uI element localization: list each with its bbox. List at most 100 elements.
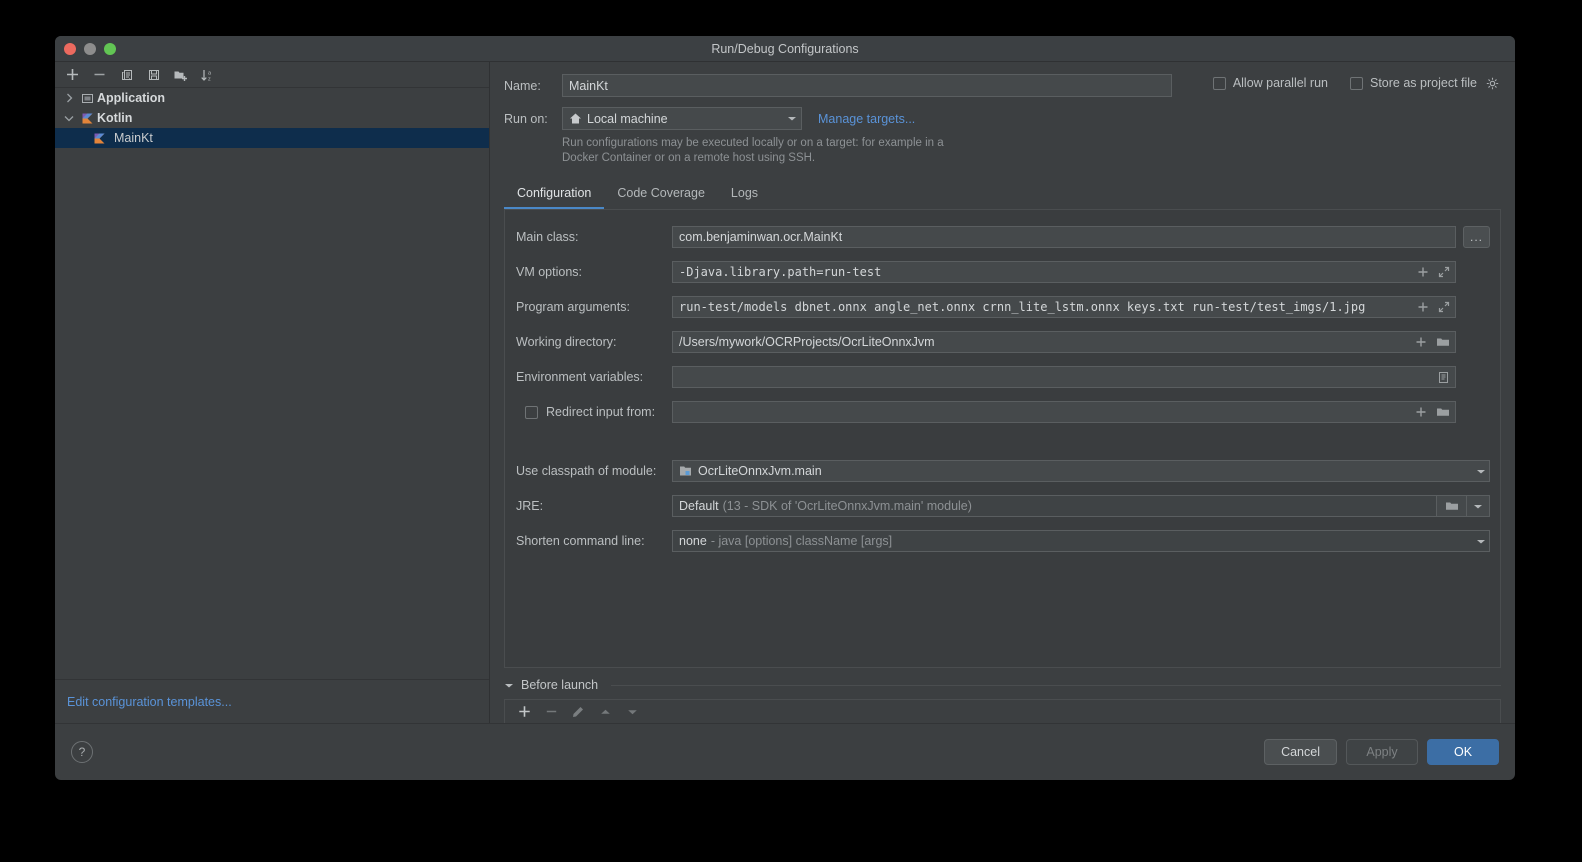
allow-parallel-run-option[interactable]: Allow parallel run (1212, 76, 1328, 90)
shorten-command-line-detail: - java [options] className [args] (710, 534, 893, 548)
add-task-button[interactable] (512, 702, 536, 722)
before-launch-toolbar (504, 699, 1501, 723)
configurations-pane: az Application Kotlin MainKt Edit config… (55, 62, 490, 723)
ok-button[interactable]: OK (1427, 739, 1499, 765)
working-directory-input[interactable]: /Users/mywork/OCRProjects/OcrLiteOnnxJvm (672, 331, 1456, 353)
configuration-editor-pane: Allow parallel run Store as project file… (490, 62, 1515, 723)
triangle-down-icon[interactable] (504, 682, 514, 689)
jre-value-detail: (13 - SDK of 'OcrLiteOnnxJvm.main' modul… (722, 499, 972, 513)
browse-folder-icon (1445, 500, 1459, 512)
edit-env-vars-icon[interactable] (1437, 371, 1450, 384)
add-configuration-button[interactable] (60, 64, 85, 86)
chevron-down-icon[interactable] (1470, 468, 1486, 475)
run-on-hint: Run configurations may be executed local… (562, 137, 944, 164)
use-classpath-of-module-value: OcrLiteOnnxJvm.main (698, 464, 822, 478)
gear-icon[interactable] (1486, 77, 1499, 90)
zoom-window-button[interactable] (104, 43, 116, 55)
vm-options-input[interactable]: -Djava.library.path=run-test (672, 261, 1456, 283)
name-label: Name: (504, 78, 541, 93)
tree-node-mainkt[interactable]: MainKt (55, 128, 489, 148)
run-on-select[interactable]: Local machine (562, 107, 802, 130)
dialog-buttons: Cancel Apply OK (1264, 739, 1499, 765)
apply-button[interactable]: Apply (1346, 739, 1418, 765)
jre-label: JRE: (516, 499, 544, 513)
tab-logs[interactable]: Logs (718, 180, 771, 209)
kotlin-icon (89, 132, 109, 145)
jre-select[interactable]: Default (13 - SDK of 'OcrLiteOnnxJvm.mai… (672, 495, 1436, 517)
jre-row: JRE: Default (13 - SDK of 'OcrLiteOnnxJv… (505, 495, 1500, 517)
jre-browse-button[interactable] (1436, 495, 1466, 517)
before-launch-title: Before launch (521, 678, 599, 692)
insert-macro-icon[interactable] (1417, 266, 1429, 278)
dialog-footer: ? Cancel Apply OK (55, 723, 1515, 780)
main-class-row: Main class: com.benjaminwan.ocr.MainKt .… (505, 226, 1500, 248)
allow-parallel-run-checkbox[interactable] (1212, 76, 1226, 90)
shorten-command-line-label: Shorten command line: (516, 534, 645, 548)
allow-parallel-run-label: Allow parallel run (1232, 76, 1328, 90)
program-arguments-row: Program arguments: run-test/models dbnet… (505, 296, 1500, 318)
chevron-down-icon[interactable] (787, 115, 797, 122)
environment-variables-label: Environment variables: (516, 370, 644, 384)
program-arguments-input[interactable]: run-test/models dbnet.onnx angle_net.onn… (672, 296, 1456, 318)
help-button[interactable]: ? (71, 741, 93, 763)
browse-folder-icon[interactable] (1436, 406, 1450, 418)
cancel-button[interactable]: Cancel (1264, 739, 1337, 765)
kotlin-icon (77, 112, 97, 125)
insert-macro-icon[interactable] (1415, 406, 1427, 418)
close-window-button[interactable] (64, 43, 76, 55)
vm-options-row: VM options: -Djava.library.path=run-test (505, 261, 1500, 283)
configurations-tree[interactable]: Application Kotlin MainKt (55, 88, 489, 679)
tree-node-application[interactable]: Application (55, 88, 489, 108)
run-on-value: Local machine (587, 111, 668, 126)
chevron-down-icon[interactable] (61, 115, 77, 122)
store-as-project-file-option[interactable]: Store as project file (1350, 76, 1499, 90)
use-classpath-of-module-row: Use classpath of module: OcrLiteOnnxJvm.… (505, 460, 1500, 482)
use-classpath-of-module-label: Use classpath of module: (516, 464, 657, 478)
store-as-project-file-checkbox[interactable] (1350, 76, 1363, 90)
tree-node-kotlin[interactable]: Kotlin (55, 108, 489, 128)
redirect-input-from-row: Redirect input from: (505, 401, 1500, 423)
before-launch-header[interactable]: Before launch (504, 678, 1501, 692)
chevron-down-icon[interactable] (1470, 538, 1486, 545)
expand-editor-icon[interactable] (1438, 266, 1450, 278)
working-directory-label: Working directory: (516, 335, 617, 349)
shorten-command-line-select[interactable]: none - java [options] className [args] (672, 530, 1490, 552)
jre-dropdown-button[interactable] (1466, 495, 1490, 517)
dialog-body: az Application Kotlin MainKt Edit config… (55, 62, 1515, 723)
main-class-label: Main class: (516, 230, 579, 244)
main-class-browse-button[interactable]: ... (1463, 226, 1490, 248)
configuration-tab-panel: Main class: com.benjaminwan.ocr.MainKt .… (504, 209, 1501, 668)
redirect-input-from-option[interactable]: Redirect input from: (516, 405, 672, 419)
move-task-up-button (593, 702, 617, 722)
jre-value: Default (679, 499, 719, 513)
redirect-input-from-input[interactable] (672, 401, 1456, 423)
remove-configuration-button[interactable] (87, 64, 112, 86)
chevron-down-icon (1473, 503, 1483, 510)
use-classpath-of-module-select[interactable]: OcrLiteOnnxJvm.main (672, 460, 1490, 482)
chevron-right-icon[interactable] (61, 93, 77, 103)
insert-macro-icon[interactable] (1417, 301, 1429, 313)
window-titlebar: Run/Debug Configurations (55, 36, 1515, 62)
environment-variables-input[interactable] (672, 366, 1456, 388)
browse-folder-icon[interactable] (1436, 336, 1450, 348)
application-icon (77, 92, 97, 105)
name-input[interactable]: MainKt (562, 74, 1172, 97)
redirect-input-from-checkbox[interactable] (525, 405, 538, 419)
working-directory-row: Working directory: /Users/mywork/OCRProj… (505, 331, 1500, 353)
shorten-command-line-value: none (679, 534, 707, 548)
tab-configuration[interactable]: Configuration (504, 180, 605, 209)
before-launch-section: Before launch (504, 678, 1501, 723)
insert-macro-icon[interactable] (1415, 336, 1427, 348)
tree-footer: Edit configuration templates... (55, 679, 489, 723)
copy-configuration-button[interactable] (114, 64, 139, 86)
main-class-input[interactable]: com.benjaminwan.ocr.MainKt (672, 226, 1456, 248)
minimize-window-button[interactable] (84, 43, 96, 55)
tab-code-coverage[interactable]: Code Coverage (604, 180, 718, 209)
edit-configuration-templates-link[interactable]: Edit configuration templates... (67, 695, 232, 709)
manage-targets-link[interactable]: Manage targets... (818, 112, 915, 126)
save-configuration-button[interactable] (141, 64, 166, 86)
move-into-folder-button[interactable] (168, 64, 193, 86)
expand-editor-icon[interactable] (1438, 301, 1450, 313)
configurations-toolbar: az (55, 62, 489, 88)
sort-configurations-button[interactable]: az (195, 64, 220, 86)
